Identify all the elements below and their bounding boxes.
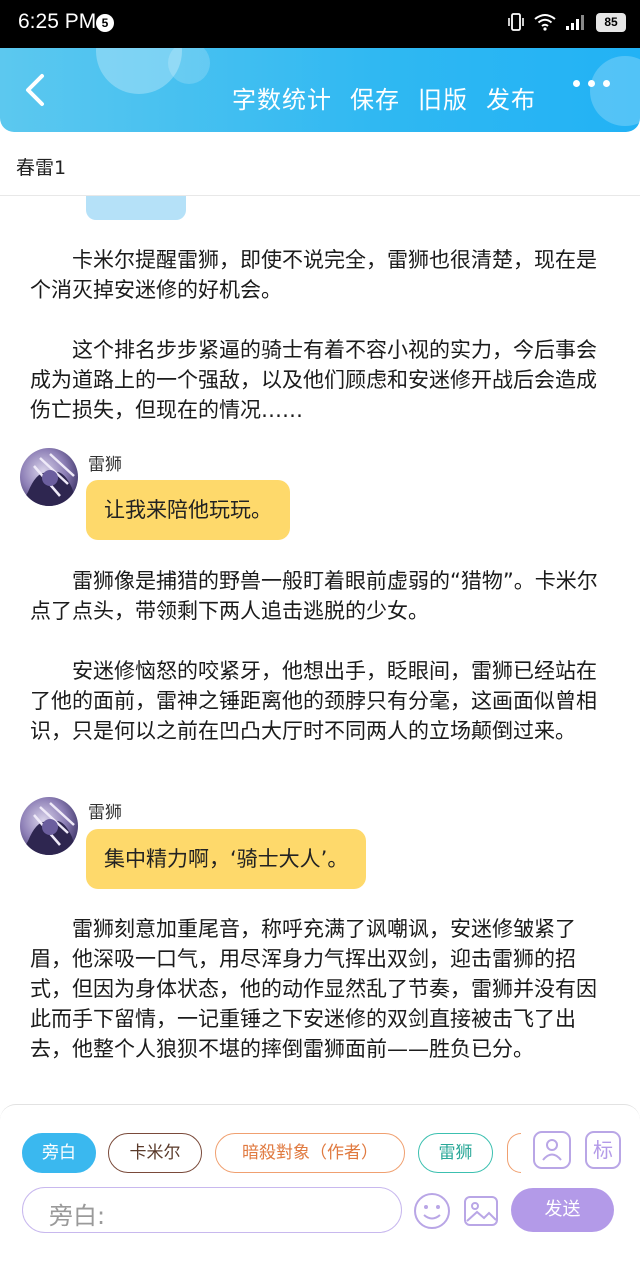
speaker-name: 雷狮 bbox=[88, 455, 122, 475]
image-icon[interactable] bbox=[461, 1191, 501, 1231]
chapter-title[interactable]: 春雷1 bbox=[16, 153, 66, 180]
header-bar: 字数统计 保存 旧版 发布 bbox=[0, 48, 640, 132]
more-dot-icon bbox=[603, 80, 610, 87]
header-actions: 字数统计 保存 旧版 发布 bbox=[232, 80, 536, 115]
narration-paragraph: 雷狮刻意加重尾音，称呼充满了讽嘲讽，安迷修皱紧了眉，他深吸一口气，用尽浑身力气挥… bbox=[30, 917, 597, 1061]
battery-indicator: 85 bbox=[596, 12, 626, 32]
input-placeholder: 旁白: bbox=[49, 1202, 106, 1230]
more-dot-icon bbox=[588, 80, 595, 87]
save-button[interactable]: 保存 bbox=[350, 80, 400, 115]
chat-bubble[interactable]: 让我来陪他玩玩。 bbox=[86, 480, 290, 540]
speaker-name: 雷狮 bbox=[88, 803, 122, 823]
chevron-left-icon bbox=[26, 74, 44, 106]
more-options-button[interactable] bbox=[573, 80, 610, 87]
more-dot-icon bbox=[573, 80, 580, 87]
message-input[interactable]: 旁白: bbox=[22, 1187, 402, 1233]
emoji-icon[interactable] bbox=[412, 1191, 452, 1231]
narration-paragraph: 安迷修恼怒的咬紧牙，他想出手，眨眼间，雷狮已经站在了他的面前，雷神之锤距离他的颈… bbox=[30, 659, 597, 743]
role-chip-narrator[interactable]: 旁白 bbox=[22, 1133, 96, 1173]
input-panel: 旁白 卡米尔 暗殺對象（作者） 雷狮 标 旁白: 发送 bbox=[0, 1104, 640, 1269]
word-count-button[interactable]: 字数统计 bbox=[232, 80, 332, 115]
publish-button[interactable]: 发布 bbox=[486, 80, 536, 115]
story-content: 卡米尔提醒雷狮，即使不说完全，雷狮也很清楚，现在是个消灭掉安迷修的好机会。 这个… bbox=[0, 196, 640, 1104]
wifi-icon bbox=[534, 14, 556, 31]
role-chip-partial[interactable] bbox=[507, 1133, 521, 1173]
person-icon bbox=[542, 1139, 562, 1161]
back-button[interactable] bbox=[18, 70, 54, 110]
status-time: 6:25 PM bbox=[18, 10, 97, 33]
notification-badge: 5 bbox=[96, 14, 114, 32]
role-chip-camille[interactable]: 卡米尔 bbox=[108, 1133, 202, 1173]
narration-paragraph: 卡米尔提醒雷狮，即使不说完全，雷狮也很清楚，现在是个消灭掉安迷修的好机会。 bbox=[30, 248, 597, 302]
add-role-button[interactable] bbox=[533, 1131, 571, 1169]
bubble-decoration bbox=[590, 56, 640, 126]
status-bar: 6:25 PM 5 85 bbox=[0, 0, 640, 48]
bubble-decoration bbox=[168, 48, 210, 84]
avatar bbox=[20, 448, 78, 506]
old-version-button[interactable]: 旧版 bbox=[418, 80, 468, 115]
previous-chat-bubble bbox=[86, 196, 186, 220]
narration-paragraph: 雷狮像是捕猎的野兽一般盯着眼前虚弱的“猎物”。卡米尔点了点头，带领剩下两人追击逃… bbox=[30, 569, 598, 623]
vibrate-icon bbox=[508, 13, 524, 31]
tag-button[interactable]: 标 bbox=[585, 1131, 621, 1169]
status-icons: 85 bbox=[507, 12, 626, 32]
role-chip-leishi[interactable]: 雷狮 bbox=[418, 1133, 493, 1173]
signal-icon bbox=[566, 15, 584, 30]
chat-bubble[interactable]: 集中精力啊，‘骑士大人’。 bbox=[86, 829, 367, 889]
send-button[interactable]: 发送 bbox=[511, 1188, 614, 1232]
narration-paragraph: 这个排名步步紧逼的骑士有着不容小视的实力，今后事会成为道路上的一个强敌，以及他们… bbox=[30, 338, 597, 422]
role-chip-author[interactable]: 暗殺對象（作者） bbox=[215, 1133, 405, 1173]
avatar bbox=[20, 797, 78, 855]
